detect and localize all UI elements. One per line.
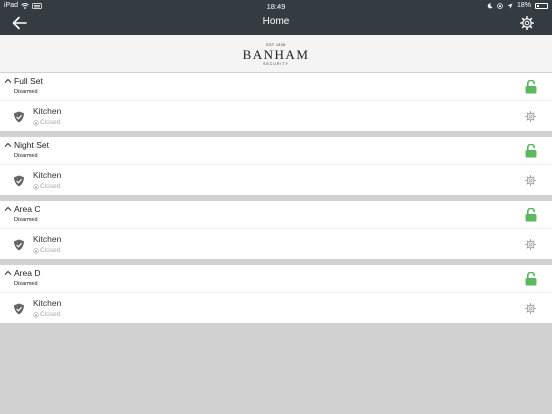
shield-icon (14, 303, 24, 315)
unlocked-padlock-icon[interactable] (525, 272, 537, 286)
shield-icon (14, 239, 24, 251)
settings-gear-icon[interactable] (520, 16, 534, 30)
zone-state-icon (33, 311, 39, 318)
area-name: Area C (14, 204, 41, 214)
unlocked-padlock-icon[interactable] (525, 208, 537, 222)
area-header[interactable]: Full Set Disarmed (0, 73, 552, 100)
moon-icon (487, 2, 493, 8)
logo-subtitle: SECURITY (263, 62, 289, 66)
zone-state-label: Closed (40, 311, 61, 318)
shield-icon (14, 175, 24, 187)
zone-state-icon (33, 183, 39, 190)
brand-header: EST 1926 BANHAM SECURITY (0, 35, 552, 72)
status-bar: iPad 18:49 18% (0, 0, 552, 12)
area-name: Night Set (14, 140, 49, 150)
area-header[interactable]: Area C Disarmed (0, 201, 552, 228)
unlocked-padlock-icon[interactable] (525, 144, 537, 158)
zone-state: Closed (33, 183, 60, 190)
zone-settings-gear-icon[interactable] (525, 239, 536, 250)
battery-icon (535, 2, 548, 9)
zone-settings-gear-icon[interactable] (525, 111, 536, 122)
area-status: Disarmed (14, 281, 38, 287)
nav-bar: Home (0, 12, 552, 35)
zone-state: Closed (33, 311, 60, 318)
zone-row[interactable]: Kitchen Closed (0, 165, 552, 195)
area-name: Full Set (14, 76, 43, 86)
banham-logo: BANHAM (242, 47, 310, 62)
zone-state: Closed (33, 247, 60, 254)
chevron-up-icon[interactable] (4, 77, 12, 85)
zone-name: Kitchen (33, 106, 62, 116)
area-name: Area D (14, 268, 41, 278)
battery-percent: 18% (516, 2, 531, 9)
zone-name: Kitchen (33, 298, 62, 308)
zone-state-label: Closed (40, 119, 61, 126)
chevron-up-icon[interactable] (4, 269, 12, 277)
zone-row[interactable]: Kitchen Closed (0, 293, 552, 323)
zone-state-icon (33, 119, 39, 126)
status-right: 18% (487, 2, 548, 9)
zone-state-icon (33, 247, 39, 254)
area-status: Disarmed (14, 89, 38, 95)
zone-settings-gear-icon[interactable] (525, 303, 536, 314)
zone-settings-gear-icon[interactable] (525, 175, 536, 186)
unlocked-padlock-icon[interactable] (525, 80, 537, 94)
shield-icon (14, 111, 24, 123)
zone-row[interactable]: Kitchen Closed (0, 101, 552, 131)
area-header[interactable]: Area D Disarmed (0, 265, 552, 292)
chevron-up-icon[interactable] (4, 205, 12, 213)
zone-state: Closed (33, 119, 60, 126)
chevron-up-icon[interactable] (4, 141, 12, 149)
area-header[interactable]: Night Set Disarmed (0, 137, 552, 164)
rotation-lock-icon (497, 2, 503, 9)
zone-name: Kitchen (33, 234, 62, 244)
battery-level (537, 4, 539, 7)
page-title: Home (262, 16, 290, 27)
area-status: Disarmed (14, 153, 38, 159)
location-icon (507, 3, 513, 8)
status-time: 18:49 (266, 2, 286, 11)
zone-name: Kitchen (33, 170, 62, 180)
area-status: Disarmed (14, 217, 38, 223)
zone-row[interactable]: Kitchen Closed (0, 229, 552, 259)
zone-state-label: Closed (40, 247, 61, 254)
zone-state-label: Closed (40, 183, 61, 190)
